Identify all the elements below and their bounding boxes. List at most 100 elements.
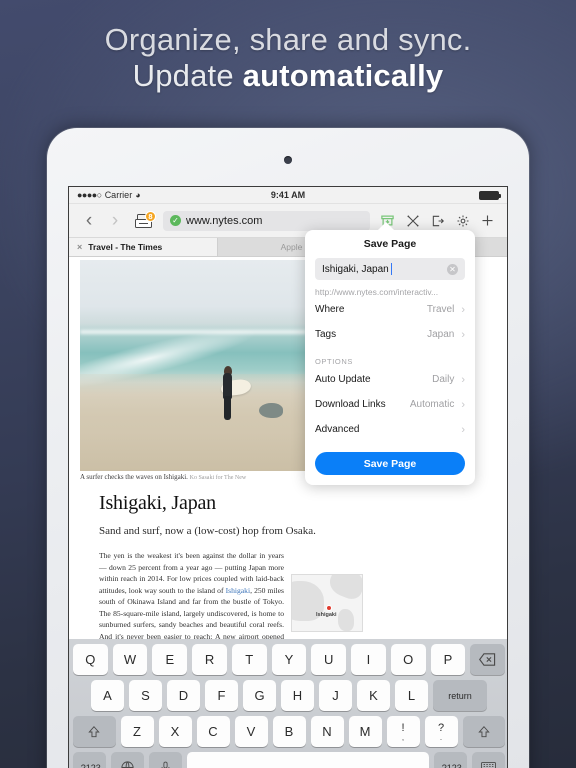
key-e[interactable]: E	[152, 644, 188, 675]
article-paragraph: The yen is the weakest it's been against…	[99, 550, 284, 654]
row-where-value: Travel	[426, 304, 455, 315]
headline-line-2: Update automatically	[0, 58, 576, 94]
key-numeric-right[interactable]: .?123	[434, 752, 467, 768]
page-title-value: Ishigaki, Japan	[322, 263, 389, 275]
close-icon[interactable]: ×	[77, 242, 82, 252]
inbox-badge: 8	[145, 210, 156, 222]
text-cursor	[390, 263, 393, 275]
article-title: Ishigaki, Japan	[99, 492, 216, 514]
key-shift-right[interactable]	[462, 716, 505, 747]
chevron-right-icon: ›	[461, 398, 465, 411]
map-marker-icon	[326, 605, 332, 611]
caption-text: A surfer checks the waves on Ishigaki.	[80, 473, 188, 481]
key-u[interactable]: U	[311, 644, 347, 675]
key-b[interactable]: B	[272, 716, 306, 747]
photo-surfer	[220, 365, 236, 422]
export-arrow-icon[interactable]	[425, 210, 450, 232]
key-o[interactable]: O	[390, 644, 426, 675]
key-n[interactable]: N	[310, 716, 344, 747]
key-question-label: ?	[437, 722, 445, 734]
key-return[interactable]: return	[433, 680, 487, 711]
locator-map: Ishigaki	[291, 574, 363, 632]
reading-list-button[interactable]: 8	[128, 210, 158, 228]
key-w[interactable]: W	[112, 644, 148, 675]
key-g[interactable]: G	[243, 680, 276, 711]
options-section-label: OPTIONS	[315, 357, 353, 366]
tab-travel-the-times[interactable]: × Travel - The Times	[69, 238, 217, 256]
key-d[interactable]: D	[167, 680, 200, 711]
key-c[interactable]: C	[196, 716, 230, 747]
url-bar[interactable]: ✓ www.nytes.com	[163, 210, 370, 231]
backspace-icon[interactable]	[470, 644, 506, 675]
key-a[interactable]: A	[91, 680, 124, 711]
promo-headline: Organize, share and sync. Update automat…	[0, 22, 576, 94]
key-s[interactable]: S	[129, 680, 162, 711]
key-r[interactable]: R	[192, 644, 227, 675]
key-i[interactable]: I	[351, 644, 386, 675]
save-page-button[interactable]: Save Page	[315, 452, 465, 475]
key-y[interactable]: Y	[271, 644, 307, 675]
plus-icon[interactable]	[475, 210, 500, 232]
map-marker-label: Ishigaki	[316, 612, 337, 618]
key-shift-left[interactable]	[73, 716, 116, 747]
chevron-right-icon: ›	[461, 423, 465, 436]
row-download-links[interactable]: Download Links Automatic ›	[315, 392, 465, 417]
row-advanced[interactable]: Advanced ›	[315, 417, 465, 442]
row-where-label: Where	[315, 304, 345, 315]
status-bar: ●●●●○ Carrier ◕ 9:41 AM	[69, 187, 507, 204]
status-bar-right	[479, 190, 501, 200]
row-tags-value: Japan	[427, 329, 455, 340]
url-text: www.nytes.com	[186, 214, 263, 227]
key-m[interactable]: M	[348, 716, 382, 747]
row-download-links-label: Download Links	[315, 399, 386, 410]
row-tags[interactable]: Tags Japan ›	[315, 322, 465, 347]
key-h[interactable]: H	[281, 680, 314, 711]
back-button[interactable]: ‹	[76, 211, 102, 230]
key-question-period[interactable]: ? .	[424, 716, 458, 747]
popover-arrow	[377, 222, 395, 231]
key-exclamation-comma[interactable]: ! ,	[386, 716, 420, 747]
hide-keyboard-icon[interactable]	[472, 752, 505, 768]
chevron-right-icon: ›	[461, 303, 465, 316]
globe-icon[interactable]	[111, 752, 144, 768]
keyboard-row-1: Q W E R T Y U I O P	[72, 644, 506, 675]
shuffle-x-icon[interactable]	[400, 210, 425, 232]
key-exclamation-label: !	[401, 722, 405, 734]
key-v[interactable]: V	[234, 716, 268, 747]
headline-line-1: Organize, share and sync.	[104, 22, 472, 57]
headline-line-2-prefix: Update	[132, 58, 243, 93]
key-numeric-left[interactable]: .?123	[73, 752, 106, 768]
key-space[interactable]	[187, 752, 429, 768]
key-z[interactable]: Z	[120, 716, 154, 747]
chevron-right-icon: ›	[461, 328, 465, 341]
keyboard-row-4: .?123 .?123	[73, 752, 505, 768]
clear-circle-icon[interactable]: ✕	[447, 263, 458, 275]
key-j[interactable]: J	[319, 680, 352, 711]
row-auto-update-value: Daily	[432, 374, 455, 385]
key-k[interactable]: K	[357, 680, 390, 711]
row-advanced-label: Advanced	[315, 424, 360, 435]
row-auto-update[interactable]: Auto Update Daily ›	[315, 367, 465, 392]
row-where[interactable]: Where Travel ›	[315, 297, 465, 322]
page-url-label: http://www.nytes.com/interactiv...	[315, 287, 439, 297]
gear-icon[interactable]	[450, 210, 475, 232]
key-x[interactable]: X	[158, 716, 192, 747]
key-p[interactable]: P	[430, 644, 466, 675]
tab-label: Travel - The Times	[88, 242, 163, 252]
camera-icon	[284, 156, 292, 164]
article-inline-link[interactable]: Ishigaki	[226, 586, 250, 595]
row-auto-update-label: Auto Update	[315, 374, 371, 385]
page-title-input[interactable]: Ishigaki, Japan ✕	[315, 258, 465, 280]
chevron-right-icon: ›	[461, 373, 465, 386]
check-circle-icon: ✓	[170, 215, 181, 226]
key-t[interactable]: T	[231, 644, 267, 675]
keyboard-row-2: A S D F G H J K L return	[73, 680, 505, 711]
key-q[interactable]: Q	[72, 644, 108, 675]
microphone-icon[interactable]	[149, 752, 182, 768]
key-l[interactable]: L	[395, 680, 428, 711]
article-photo	[80, 260, 306, 471]
key-comma-label: ,	[401, 733, 405, 742]
key-f[interactable]: F	[205, 680, 238, 711]
battery-icon	[479, 190, 501, 200]
forward-button[interactable]: ›	[102, 211, 128, 230]
